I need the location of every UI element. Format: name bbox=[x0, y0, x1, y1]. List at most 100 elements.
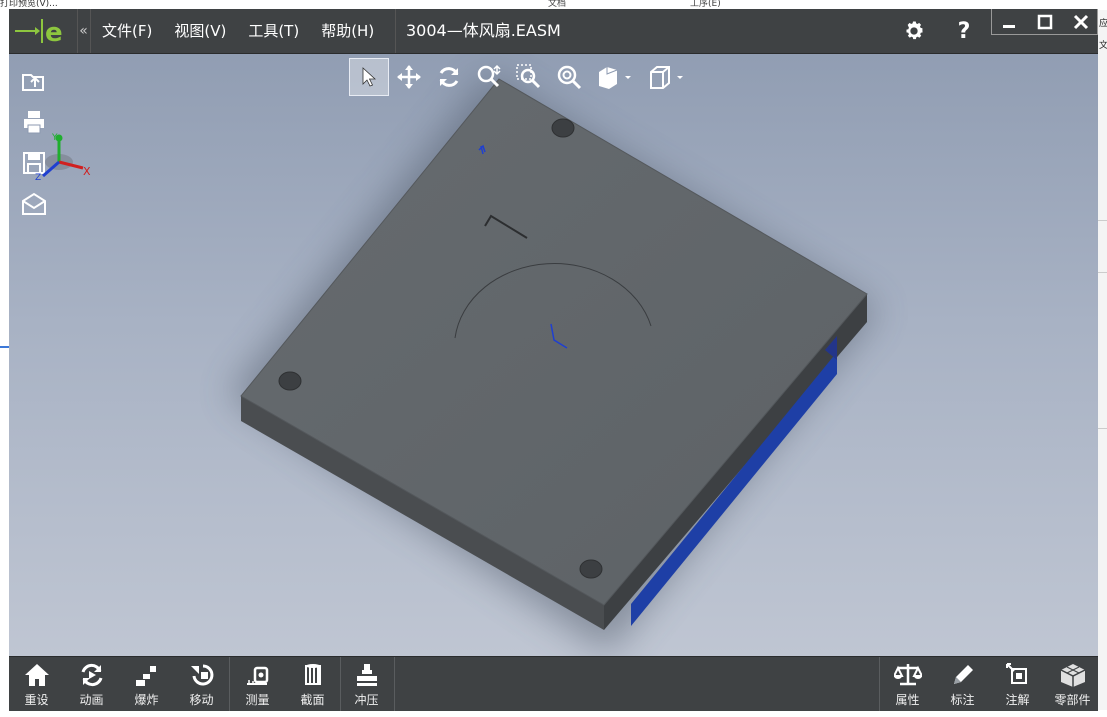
annotation-icon bbox=[1005, 663, 1027, 684]
menu-bar: 文件(F) 视图(V) 工具(T) 帮助(H) bbox=[91, 9, 385, 53]
minimize-button[interactable] bbox=[991, 9, 1027, 35]
pan-tool-button[interactable] bbox=[389, 58, 429, 96]
toolbar-group-view: 重设 动画 爆炸 移动 bbox=[9, 657, 230, 711]
stamp-icon bbox=[356, 664, 377, 686]
mounting-hole bbox=[278, 371, 302, 391]
properties-label: 属性 bbox=[895, 693, 920, 707]
background-tab-process: 工序(E) bbox=[690, 0, 810, 8]
view-toolbar bbox=[349, 58, 693, 96]
render-mode-icon bbox=[599, 67, 631, 89]
divider bbox=[1098, 220, 1107, 221]
axis-triad: Y X Z bbox=[35, 133, 91, 183]
axis-y-label: Y bbox=[51, 133, 58, 143]
properties-button[interactable]: 属性 bbox=[880, 657, 935, 711]
menu-help[interactable]: 帮助(H) bbox=[310, 9, 385, 53]
app-logo: e bbox=[9, 9, 78, 53]
animation-label: 动画 bbox=[79, 693, 104, 707]
close-button[interactable] bbox=[1063, 9, 1098, 35]
divider bbox=[1098, 272, 1107, 273]
stamp-label: 冲压 bbox=[354, 693, 379, 707]
explode-button[interactable]: 爆炸 bbox=[119, 657, 174, 711]
home-icon bbox=[24, 664, 49, 686]
help-button[interactable]: ? bbox=[951, 9, 977, 53]
background-menu-fragment: 打印预览(V)... bbox=[0, 0, 58, 8]
zoom-fit-icon bbox=[557, 65, 582, 90]
close-icon bbox=[1073, 14, 1089, 30]
markup-label: 标注 bbox=[950, 693, 975, 707]
parts-icon bbox=[1060, 664, 1085, 687]
zoom-fit-tool-button[interactable] bbox=[549, 58, 589, 96]
pencil-icon bbox=[953, 665, 973, 684]
annotation-label: 注解 bbox=[1005, 693, 1030, 707]
stamp-button[interactable]: 冲压 bbox=[339, 657, 394, 711]
document-title: 3004—体风扇.EASM bbox=[395, 9, 561, 53]
model-canvas[interactable] bbox=[9, 54, 1098, 656]
zoom-area-icon bbox=[516, 64, 541, 89]
model-top-face bbox=[240, 78, 868, 606]
animation-button[interactable]: 动画 bbox=[64, 657, 119, 711]
background-tab-label: 文档 bbox=[548, 0, 567, 8]
settings-button[interactable] bbox=[899, 9, 929, 53]
explode-icon bbox=[135, 666, 156, 686]
gear-icon bbox=[906, 21, 923, 40]
select-tool-button[interactable] bbox=[349, 58, 389, 96]
background-right-panel bbox=[1098, 10, 1107, 710]
measure-icon bbox=[246, 666, 268, 685]
collapse-menu-button[interactable]: « bbox=[77, 9, 91, 53]
question-icon: ? bbox=[957, 18, 971, 44]
toolbar-group-info: 属性 标注 注解 零部件 bbox=[879, 657, 1098, 711]
svg-text:e: e bbox=[45, 18, 63, 48]
move-icon bbox=[190, 664, 213, 686]
move-label: 移动 bbox=[189, 693, 214, 707]
toolbar-group-analysis: 测量 截面 bbox=[230, 657, 341, 711]
open-icon bbox=[22, 74, 44, 91]
rotate-tool-button[interactable] bbox=[429, 58, 469, 96]
menu-file[interactable]: 文件(F) bbox=[91, 9, 163, 53]
section-label: 截面 bbox=[300, 693, 325, 707]
divider bbox=[0, 346, 9, 348]
annotation-button[interactable]: 注解 bbox=[990, 657, 1045, 711]
markup-button[interactable]: 标注 bbox=[935, 657, 990, 711]
zoom-area-tool-button[interactable] bbox=[509, 58, 549, 96]
axis-z-label: Z bbox=[35, 173, 41, 183]
reset-label: 重设 bbox=[24, 693, 49, 707]
maximize-button[interactable] bbox=[1027, 9, 1063, 35]
select-icon bbox=[362, 67, 377, 87]
animation-icon bbox=[81, 663, 102, 687]
open-button[interactable] bbox=[19, 66, 49, 96]
reset-button[interactable]: 重设 bbox=[9, 657, 64, 711]
axis-x-label: X bbox=[83, 165, 91, 178]
title-bar: e « 文件(F) 视图(V) 工具(T) 帮助(H) 3004—体风扇.EAS… bbox=[9, 9, 1098, 54]
move-button[interactable]: 移动 bbox=[174, 657, 229, 711]
section-icon bbox=[304, 664, 321, 685]
parts-button[interactable]: 零部件 bbox=[1045, 657, 1098, 711]
toolbar-group-stamp: 冲压 bbox=[339, 657, 395, 711]
mounting-hole bbox=[579, 559, 603, 579]
minimize-icon bbox=[1003, 25, 1015, 28]
section-button[interactable]: 截面 bbox=[285, 657, 340, 711]
background-text: 文 bbox=[1099, 41, 1107, 51]
parts-label: 零部件 bbox=[1054, 693, 1091, 707]
render-mode-dropdown[interactable] bbox=[589, 58, 641, 96]
viewer-window: e « 文件(F) 视图(V) 工具(T) 帮助(H) 3004—体风扇.EAS… bbox=[9, 9, 1098, 711]
explode-label: 爆炸 bbox=[134, 693, 159, 707]
mounting-hole bbox=[551, 118, 575, 138]
menu-tools[interactable]: 工具(T) bbox=[237, 9, 310, 53]
email-button[interactable] bbox=[19, 189, 49, 219]
divider bbox=[1098, 428, 1107, 429]
background-tab-label: 工序(E) bbox=[690, 0, 721, 8]
zoom-tool-button[interactable] bbox=[469, 58, 509, 96]
3d-viewport[interactable]: Y X Z bbox=[9, 54, 1098, 656]
pan-icon bbox=[397, 65, 421, 89]
menu-view[interactable]: 视图(V) bbox=[163, 9, 237, 53]
maximize-icon bbox=[1037, 14, 1053, 30]
background-tab-document: 文档 bbox=[548, 0, 658, 8]
balance-icon bbox=[893, 664, 922, 686]
email-icon bbox=[22, 192, 46, 215]
view-cube-dropdown[interactable] bbox=[641, 58, 693, 96]
rotate-icon bbox=[439, 67, 459, 87]
bottom-toolbar: 重设 动画 爆炸 移动 测量 截面 冲压 属性 标注 注解 零部件 bbox=[9, 656, 1098, 711]
background-text: 应 bbox=[1099, 19, 1107, 29]
zoom-icon bbox=[477, 64, 501, 88]
measure-button[interactable]: 测量 bbox=[230, 657, 285, 711]
